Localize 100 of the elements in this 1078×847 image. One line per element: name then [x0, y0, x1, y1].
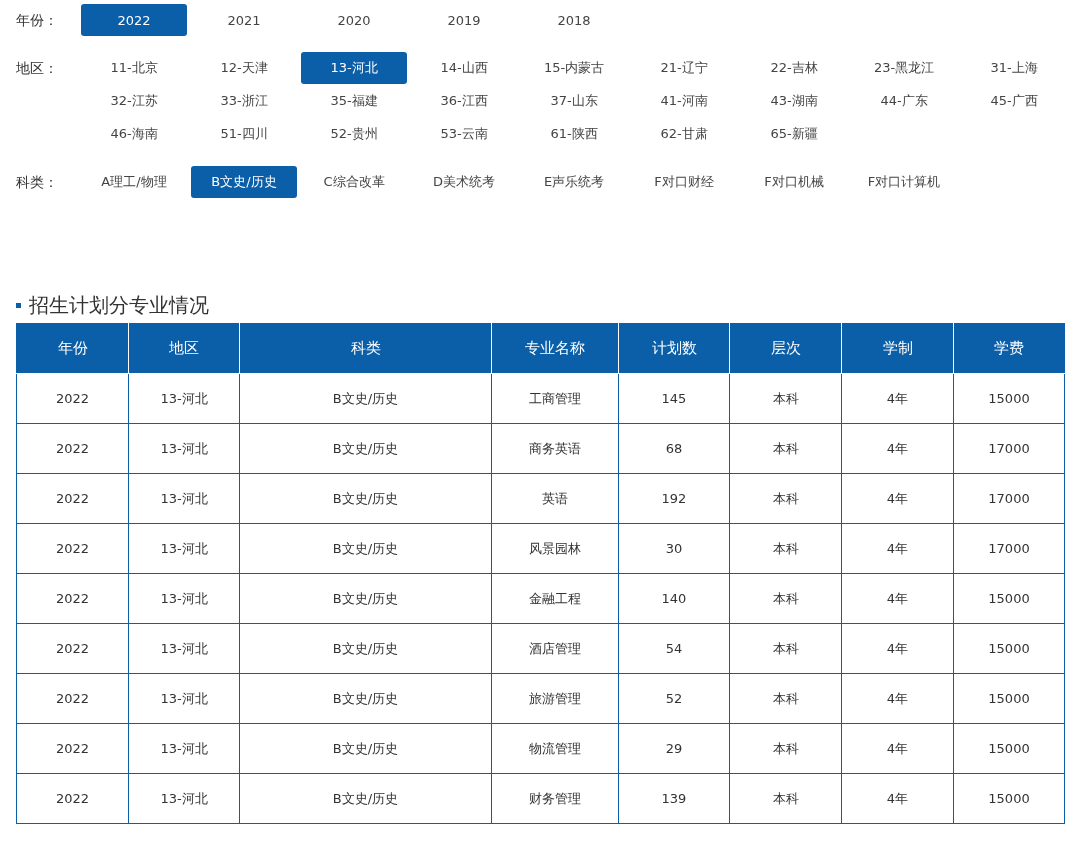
table-cell: 15000	[953, 623, 1065, 674]
table-cell: 2022	[16, 623, 129, 674]
table-cell: 13-河北	[128, 723, 240, 774]
table-cell: 29	[618, 723, 730, 774]
table-cell: 13-河北	[128, 423, 240, 474]
table-cell: 13-河北	[128, 673, 240, 724]
square-icon	[16, 302, 21, 308]
filter-option[interactable]: 2022	[81, 4, 187, 36]
table-cell: B文史/历史	[239, 773, 492, 824]
filter-option[interactable]: 13-河北	[301, 52, 407, 84]
table-cell: 4年	[841, 623, 954, 674]
table-cell: 17000	[953, 423, 1065, 474]
filter-option[interactable]: 52-贵州	[301, 118, 407, 150]
filter-option[interactable]: 11-北京	[81, 52, 187, 84]
column-header: 科类	[239, 323, 492, 374]
table-cell: 风景园林	[491, 523, 619, 574]
table-cell: 15000	[953, 773, 1065, 824]
table-cell: 4年	[841, 473, 954, 524]
filter-option[interactable]: 41-河南	[631, 85, 737, 117]
filter-option[interactable]: 61-陕西	[521, 118, 627, 150]
table-cell: 17000	[953, 473, 1065, 524]
table-cell: B文史/历史	[239, 723, 492, 774]
table-cell: B文史/历史	[239, 473, 492, 524]
table-cell: 54	[618, 623, 730, 674]
table-cell: 13-河北	[128, 473, 240, 524]
filter-option[interactable]: 51-四川	[191, 118, 297, 150]
column-header: 年份	[16, 323, 129, 374]
table-cell: 物流管理	[491, 723, 619, 774]
filter-option[interactable]: 35-福建	[301, 85, 407, 117]
filter-label: 科类：	[16, 173, 59, 192]
table-cell: 本科	[729, 573, 842, 624]
table-cell: 本科	[729, 723, 842, 774]
table-cell: 本科	[729, 773, 842, 824]
table-cell: 15000	[953, 723, 1065, 774]
filter-option[interactable]: 2021	[191, 4, 297, 36]
filter-label: 年份：	[16, 11, 59, 30]
table-cell: 145	[618, 373, 730, 424]
table-cell: 英语	[491, 473, 619, 524]
table-cell: 本科	[729, 423, 842, 474]
filter-option[interactable]: 53-云南	[411, 118, 517, 150]
filter-option[interactable]: D美术统考	[411, 166, 517, 198]
table-cell: 52	[618, 673, 730, 724]
filter-option[interactable]: 15-内蒙古	[521, 52, 627, 84]
table-cell: B文史/历史	[239, 673, 492, 724]
filter-option[interactable]: 43-湖南	[741, 85, 847, 117]
filter-option[interactable]: 21-辽宁	[631, 52, 737, 84]
filter-option[interactable]: 36-江西	[411, 85, 517, 117]
table-cell: 本科	[729, 673, 842, 724]
table-cell: 192	[618, 473, 730, 524]
filter-option[interactable]: 65-新疆	[741, 118, 847, 150]
table-cell: 13-河北	[128, 623, 240, 674]
filter-option[interactable]: B文史/历史	[191, 166, 297, 198]
filter-option[interactable]: E声乐统考	[521, 166, 627, 198]
column-header: 层次	[729, 323, 842, 374]
filter-option[interactable]: 2018	[521, 4, 627, 36]
table-cell: 4年	[841, 723, 954, 774]
filter-option[interactable]: 22-吉林	[741, 52, 847, 84]
filter-option[interactable]: 14-山西	[411, 52, 517, 84]
filter-option[interactable]: 62-甘肃	[631, 118, 737, 150]
filter-option[interactable]: 44-广东	[851, 85, 957, 117]
filter-option[interactable]: F对口计算机	[851, 166, 957, 198]
column-header: 计划数	[618, 323, 730, 374]
table-cell: 2022	[16, 673, 129, 724]
filter-label: 地区：	[16, 59, 59, 78]
table-cell: 4年	[841, 423, 954, 474]
table-cell: B文史/历史	[239, 373, 492, 424]
filter-option[interactable]: F对口机械	[741, 166, 847, 198]
filter-option[interactable]: 46-海南	[81, 118, 187, 150]
table-cell: 4年	[841, 673, 954, 724]
filter-option[interactable]: 2020	[301, 4, 407, 36]
table-cell: 13-河北	[128, 573, 240, 624]
filter-option[interactable]: 45-广西	[961, 85, 1067, 117]
table-cell: B文史/历史	[239, 423, 492, 474]
filter-option[interactable]: 31-上海	[961, 52, 1067, 84]
table-cell: B文史/历史	[239, 523, 492, 574]
column-header: 学费	[953, 323, 1065, 374]
table-cell: 金融工程	[491, 573, 619, 624]
table-cell: 17000	[953, 523, 1065, 574]
table-cell: 工商管理	[491, 373, 619, 424]
table-cell: 2022	[16, 723, 129, 774]
filter-option[interactable]: 12-天津	[191, 52, 297, 84]
filter-option[interactable]: 32-江苏	[81, 85, 187, 117]
filter-option[interactable]: F对口财经	[631, 166, 737, 198]
filter-option[interactable]: 37-山东	[521, 85, 627, 117]
table-cell: 13-河北	[128, 523, 240, 574]
filter-option[interactable]: 33-浙江	[191, 85, 297, 117]
filter-option[interactable]: 23-黑龙江	[851, 52, 957, 84]
table-cell: 2022	[16, 573, 129, 624]
table-cell: 本科	[729, 623, 842, 674]
filter-option[interactable]: C综合改革	[301, 166, 407, 198]
table-cell: 旅游管理	[491, 673, 619, 724]
table-cell: B文史/历史	[239, 573, 492, 624]
table-cell: 2022	[16, 373, 129, 424]
table-cell: 68	[618, 423, 730, 474]
filter-option[interactable]: A理工/物理	[81, 166, 187, 198]
table-cell: 15000	[953, 573, 1065, 624]
table-cell: 4年	[841, 573, 954, 624]
table-cell: 13-河北	[128, 773, 240, 824]
table-cell: 2022	[16, 773, 129, 824]
filter-option[interactable]: 2019	[411, 4, 517, 36]
